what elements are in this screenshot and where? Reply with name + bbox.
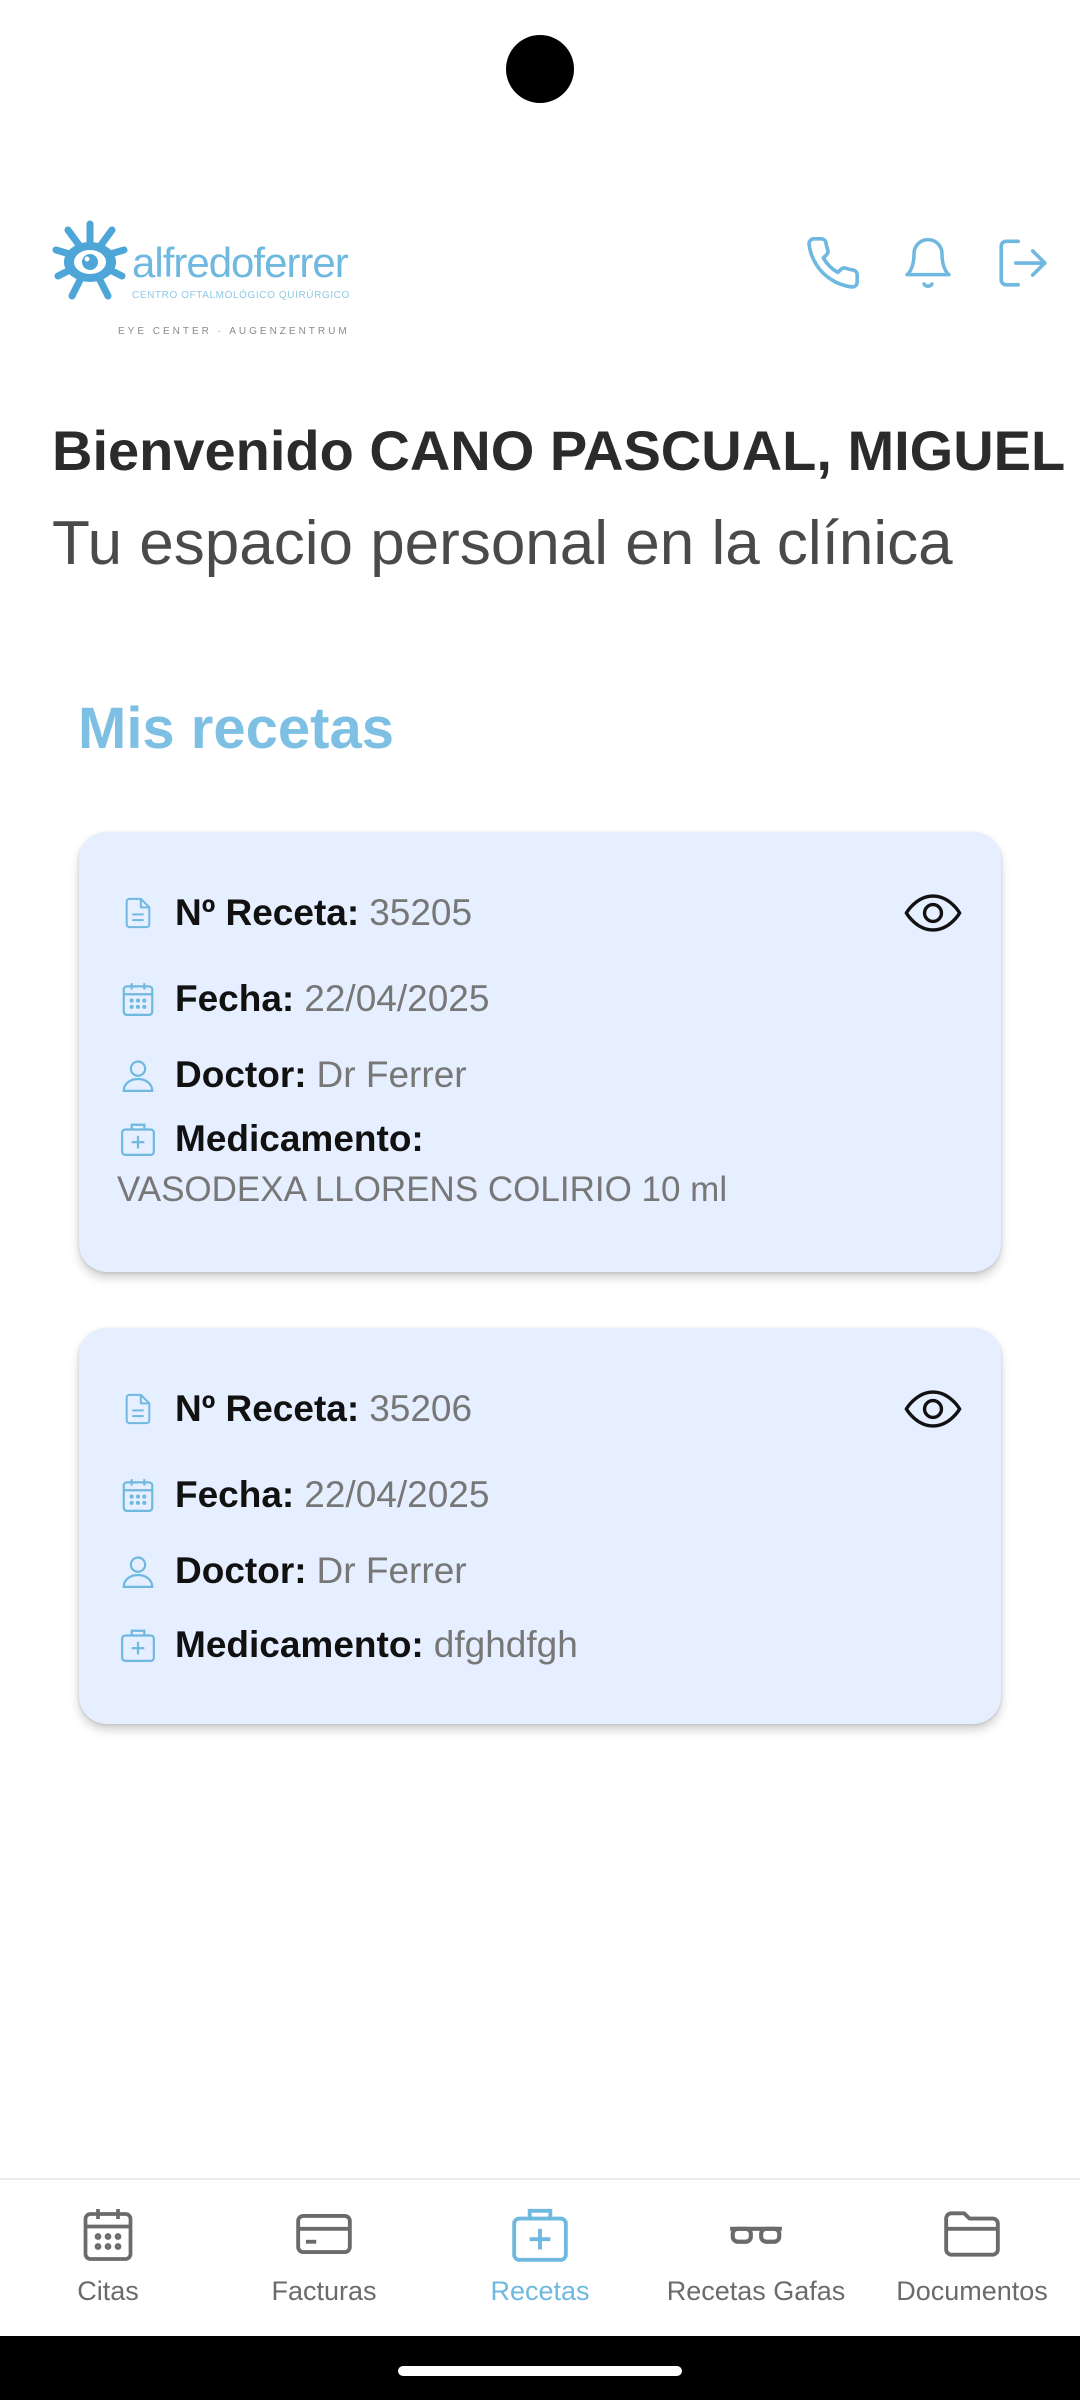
app-header: alfredoferrer CENTRO OFTALMOLÓGICO QUIRÚ… — [0, 200, 1080, 337]
prescription-date-label: Fecha: — [175, 978, 295, 1019]
home-gesture-handle[interactable] — [398, 2366, 682, 2376]
section-title: Mis recetas — [78, 696, 394, 761]
prescription-medication: VASODEXA LLORENS COLIRIO 10 ml — [117, 1170, 728, 1209]
welcome-subtitle: Tu espacio personal en la clínica — [52, 509, 953, 578]
logout-icon[interactable] — [990, 230, 1056, 296]
prescription-card[interactable]: Nº Receta: 35205 Fecha: 22/04/2025 Docto… — [79, 832, 1001, 1272]
clinic-logo: alfredoferrer CENTRO OFTALMOLÓGICO QUIRÚ… — [50, 220, 350, 337]
medical-kit-icon — [117, 1624, 159, 1666]
prescription-medication-row: Medicamento: — [117, 1114, 434, 1164]
nav-item-documentos[interactable]: Documentos — [864, 2180, 1080, 2336]
document-icon — [117, 1388, 159, 1430]
logo-tagline: CENTRO OFTALMOLÓGICO QUIRÚRGICO — [132, 290, 350, 301]
bottom-navigation: Citas Facturas Recetas Recetas Gafas Doc… — [0, 2178, 1080, 2336]
welcome-title: Bienvenido CANO PASCUAL, MIGUEL — [52, 419, 1066, 482]
prescription-date-label: Fecha: — [175, 1474, 295, 1515]
bell-icon[interactable] — [895, 230, 961, 296]
prescription-number-row: Nº Receta: 35206 — [117, 1384, 472, 1434]
prescription-doctor-label: Doctor: — [175, 1550, 307, 1591]
calendar-icon — [117, 978, 159, 1020]
user-icon — [117, 1054, 159, 1096]
prescription-number: 35206 — [369, 1388, 473, 1429]
prescription-medication-row: Medicamento: dfghdfgh — [117, 1620, 578, 1670]
camera-cutout — [506, 35, 574, 103]
prescription-doctor: Dr Ferrer — [316, 1550, 467, 1591]
prescription-card[interactable]: Nº Receta: 35206 Fecha: 22/04/2025 Docto… — [79, 1328, 1001, 1724]
prescription-medication: dfghdfgh — [433, 1624, 578, 1665]
prescription-date: 22/04/2025 — [304, 1474, 490, 1515]
prescription-number-label: Nº Receta: — [175, 1388, 360, 1429]
nav-label: Facturas — [271, 2276, 377, 2306]
prescription-number: 35205 — [369, 892, 473, 933]
calendar-icon — [76, 2202, 140, 2266]
view-eye-icon[interactable] — [901, 888, 965, 938]
prescription-date: 22/04/2025 — [304, 978, 490, 1019]
logo-wordmark: alfredoferrer — [132, 239, 349, 286]
logo-subtagline: EYE CENTER · AUGENZENTRUM — [118, 326, 350, 337]
nav-label: Documentos — [896, 2276, 1048, 2306]
nav-item-recetas[interactable]: Recetas — [432, 2180, 648, 2336]
nav-label: Citas — [77, 2276, 139, 2306]
phone-icon[interactable] — [800, 230, 866, 296]
view-eye-icon[interactable] — [901, 1384, 965, 1434]
prescription-number-row: Nº Receta: 35205 — [117, 888, 472, 938]
nav-label: Recetas Gafas — [666, 2276, 846, 2306]
nav-label: Recetas — [490, 2276, 590, 2306]
prescription-number-label: Nº Receta: — [175, 892, 360, 933]
prescription-medication-label: Medicamento: — [175, 1118, 424, 1159]
prescription-doctor-label: Doctor: — [175, 1054, 307, 1095]
eye-logo-icon — [52, 220, 128, 300]
document-icon — [117, 892, 159, 934]
prescription-medication-label: Medicamento: — [175, 1624, 424, 1665]
medical-kit-icon — [508, 2202, 572, 2266]
glasses-icon — [724, 2202, 788, 2266]
folder-icon — [940, 2202, 1004, 2266]
prescription-doctor-row: Doctor: Dr Ferrer — [117, 1050, 467, 1100]
prescription-date-row: Fecha: 22/04/2025 — [117, 974, 489, 1024]
system-navigation-bar — [0, 2336, 1080, 2400]
nav-item-facturas[interactable]: Facturas — [216, 2180, 432, 2336]
prescription-doctor-row: Doctor: Dr Ferrer — [117, 1546, 467, 1596]
credit-card-icon — [292, 2202, 356, 2266]
medical-kit-icon — [117, 1118, 159, 1160]
prescription-doctor: Dr Ferrer — [316, 1054, 467, 1095]
prescription-date-row: Fecha: 22/04/2025 — [117, 1470, 489, 1520]
calendar-icon — [117, 1474, 159, 1516]
nav-item-citas[interactable]: Citas — [0, 2180, 216, 2336]
nav-item-recetas-gafas[interactable]: Recetas Gafas — [648, 2180, 864, 2336]
user-icon — [117, 1550, 159, 1592]
